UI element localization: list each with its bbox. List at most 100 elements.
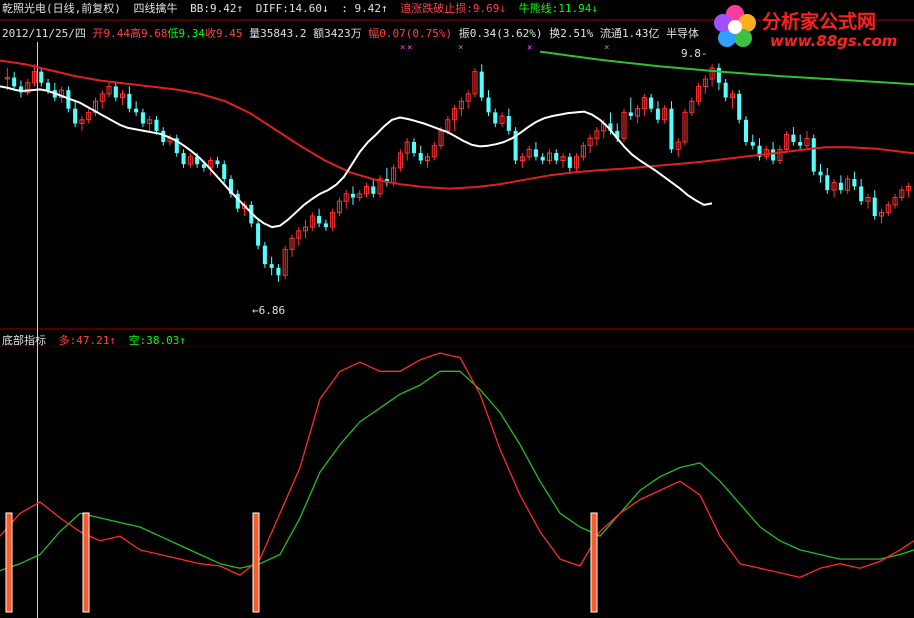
stop-label: 追涨跌破止损: [400, 2, 473, 15]
bottom-signal-bar [5, 512, 13, 613]
candle-body-down [317, 216, 322, 224]
bottom-signal-bar [590, 512, 598, 613]
site-logo: 分析家公式网 www.88gs.com [712, 4, 912, 54]
bb-label: BB: [190, 2, 210, 15]
amount-value: 3423万 [324, 27, 362, 40]
indicator-short-line [0, 370, 914, 572]
indicator-panel[interactable] [0, 352, 914, 613]
candle-body-down [737, 93, 742, 120]
candle-body-down [818, 171, 823, 176]
indicator-title-row: 底部指标 多:47.21↑ 空:38.03↑ [2, 332, 186, 348]
float-value: 1.43亿 [621, 27, 660, 40]
ma-white-line [0, 85, 713, 229]
candle-body-down [181, 153, 186, 165]
candle-body-down [140, 112, 145, 124]
candle-body-down [771, 149, 776, 161]
turnover-value: 2.51% [560, 27, 594, 40]
open-value: 9.44 [103, 27, 130, 40]
close-value: 9.45 [215, 27, 243, 40]
quote-info-row: 2012/11/25/四 开9.44高9.68低9.34收9.45 量35843… [2, 25, 699, 41]
candle-body-down [723, 82, 728, 98]
candle-body-down [371, 186, 376, 194]
volume-value: 35843.2 [260, 27, 307, 40]
range-value: 0.07(0.75%) [379, 27, 453, 40]
candle-body-down [628, 112, 633, 117]
signal-marker: × [458, 43, 463, 53]
candle-body-down [540, 156, 545, 161]
candle-body-down [655, 108, 660, 120]
candle-body-down [222, 164, 227, 179]
sector-label: 半导体 [666, 27, 700, 40]
candle-body-down [479, 71, 484, 98]
candle-body-down [411, 141, 416, 154]
candle-body-down [506, 116, 511, 131]
candle-body-down [350, 193, 356, 198]
open-label: 开 [92, 27, 104, 40]
candle-body-down [669, 108, 674, 150]
short-value: 38.03↑ [146, 334, 186, 347]
candle-body-down [154, 119, 159, 131]
candle-body-down [716, 67, 721, 83]
candle-body-down [323, 223, 328, 228]
signal-marker: × [527, 43, 532, 53]
stock-name: 乾照光电 [2, 2, 46, 15]
candle-body-down [811, 138, 816, 172]
diff-label: DIFF: [255, 2, 289, 15]
candle-body-down [750, 141, 755, 146]
low-label: 低 [167, 27, 179, 40]
low-value: 9.34 [178, 27, 205, 40]
candle-body-down [838, 182, 843, 191]
turnover-label: 换 [549, 27, 561, 40]
candle-body-down [798, 141, 803, 146]
signal-marker: × [604, 43, 609, 53]
candle-body-down [852, 179, 857, 187]
high-value: 9.68 [140, 27, 168, 40]
candle-body-down [533, 149, 538, 157]
bull-bear-line [539, 50, 914, 86]
range-label: 幅 [368, 27, 380, 40]
high-price-label: 9.8- [681, 47, 708, 60]
chart-title-row: 乾照光电(日线,前复权) 四线擒牛 BB:9.42↑ DIFF:14.60↓ :… [2, 0, 598, 16]
candle-body-down [859, 186, 864, 202]
bb-value: 9.42↑ [210, 2, 244, 15]
colon-value: : 9.42↑ [341, 2, 388, 15]
volume-label: 量 [249, 27, 261, 40]
candle-body-down [215, 160, 220, 165]
bottom-signal-bar [82, 512, 90, 613]
candle-body-down [486, 97, 491, 113]
candle-body-down [113, 86, 118, 98]
flower-logo-icon [714, 5, 756, 47]
long-value: 47.21↑ [76, 334, 116, 347]
bull-value: 11.94↓ [558, 2, 598, 15]
chart-canvas: × × × × × 9.8-←6.86 [0, 19, 914, 618]
candle-body-down [554, 153, 559, 161]
candle-body-down [418, 153, 423, 161]
amplitude-label: 振 [458, 27, 470, 40]
signal-marker: × [407, 43, 412, 53]
period-label: (日线,前复权) [46, 2, 121, 15]
logo-brand-text: 分析家公式网 [762, 11, 877, 33]
candle-body-down [743, 119, 749, 142]
candle-body-down [649, 97, 654, 109]
candle-body-down [73, 108, 78, 124]
candle-body-down [872, 197, 877, 217]
amplitude-value: 0.34(3.62%) [469, 27, 543, 40]
candle-body-down [39, 71, 44, 83]
candle-body-down [791, 134, 796, 142]
candle-body-down [276, 267, 281, 276]
stop-value: 9.69↓ [472, 2, 506, 15]
candle-body-down [493, 112, 498, 124]
ma-red-line [0, 59, 914, 190]
close-label: 收 [204, 27, 216, 40]
price-panel[interactable] [0, 50, 914, 282]
logo-site-text: www.88gs.com [770, 32, 898, 50]
amount-label: 额 [313, 27, 325, 40]
high-label: 高 [129, 27, 141, 40]
low-price-label: ←6.86 [252, 304, 285, 317]
short-label: 空: [128, 334, 147, 347]
candle-body-down [825, 175, 830, 191]
candle-body-down [46, 82, 51, 91]
diff-value: 14.60↓ [288, 2, 329, 15]
candle-body-down [256, 223, 261, 246]
date-label: 2012/11/25/四 [2, 27, 86, 40]
